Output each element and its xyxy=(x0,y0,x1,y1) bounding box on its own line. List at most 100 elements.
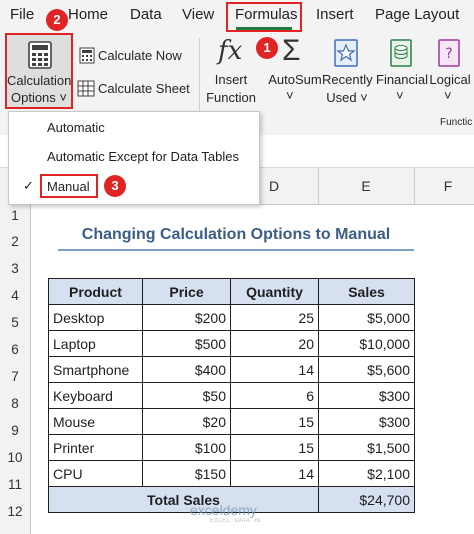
cell-sales[interactable]: $300 xyxy=(318,408,415,435)
autosum-button[interactable]: AutoSum xyxy=(268,72,322,88)
cell-quantity[interactable]: 25 xyxy=(230,304,319,331)
calculation-options-button[interactable]: Calculation Options ˅ xyxy=(5,33,73,109)
cell-price[interactable]: $100 xyxy=(142,434,231,461)
logical-dropdown-caret[interactable]: ˅ xyxy=(444,88,452,104)
calc-options-label-2: Options ˅ xyxy=(10,90,67,105)
cell-quantity[interactable]: 14 xyxy=(230,460,319,487)
autosum-icon: Σ xyxy=(282,34,301,67)
menu-item-automatic[interactable]: Automatic xyxy=(47,120,105,135)
table-row: Mouse $20 15 $300 xyxy=(48,408,415,435)
recently-used-label-1[interactable]: Recently xyxy=(322,72,373,88)
cell-product[interactable]: Printer xyxy=(48,434,143,461)
calculate-sheet-icon xyxy=(77,80,95,97)
tab-data[interactable]: Data xyxy=(130,6,162,23)
cell-price[interactable]: $400 xyxy=(142,356,231,383)
financial-button[interactable]: Financial xyxy=(376,72,428,88)
menu-item-automatic-except-tables[interactable]: Automatic Except for Data Tables xyxy=(47,149,239,164)
cell-product[interactable]: Mouse xyxy=(48,408,143,435)
tab-file[interactable]: File xyxy=(10,6,34,23)
cell-product[interactable]: Laptop xyxy=(48,330,143,357)
row-header-12[interactable]: 12 xyxy=(0,504,30,519)
logical-icon: ? xyxy=(438,39,460,67)
column-divider xyxy=(318,168,319,204)
calculate-now-button[interactable]: Calculate Now xyxy=(98,48,182,64)
logical-button[interactable]: Logical xyxy=(428,72,472,88)
header-quantity[interactable]: Quantity xyxy=(230,278,319,305)
svg-text:?: ? xyxy=(445,46,452,62)
tab-home[interactable]: Home xyxy=(68,6,108,23)
cell-product[interactable]: Desktop xyxy=(48,304,143,331)
cell-quantity[interactable]: 6 xyxy=(230,382,319,409)
row-header-9[interactable]: 9 xyxy=(0,423,30,438)
header-price[interactable]: Price xyxy=(142,278,231,305)
calc-options-label-1: Calculation xyxy=(7,73,72,88)
table-row: Smartphone $400 14 $5,600 xyxy=(48,356,415,383)
sales-table: Product Price Quantity Sales Desktop $20… xyxy=(48,278,415,513)
cell-sales[interactable]: $5,600 xyxy=(318,356,415,383)
cell-quantity[interactable]: 20 xyxy=(230,330,319,357)
cell-sales[interactable]: $1,500 xyxy=(318,434,415,461)
recently-used-icon xyxy=(334,39,358,67)
cell-price[interactable]: $200 xyxy=(142,304,231,331)
row-header-7[interactable]: 7 xyxy=(0,369,30,384)
header-product[interactable]: Product xyxy=(48,278,143,305)
row-header-1[interactable]: 1 xyxy=(0,208,30,223)
recently-used-label-2[interactable]: Used ˅ xyxy=(322,90,372,106)
table-row: CPU $150 14 $2,100 xyxy=(48,460,415,487)
cell-quantity[interactable]: 15 xyxy=(230,434,319,461)
table-row: Keyboard $50 6 $300 xyxy=(48,382,415,409)
cell-sales[interactable]: $10,000 xyxy=(318,330,415,357)
tab-insert[interactable]: Insert xyxy=(316,6,354,23)
cell-product[interactable]: Smartphone xyxy=(48,356,143,383)
cell-product[interactable]: Keyboard xyxy=(48,382,143,409)
cell-sales[interactable]: $300 xyxy=(318,382,415,409)
autosum-dropdown-caret[interactable]: ˅ xyxy=(286,88,294,104)
table-row: Printer $100 15 $1,500 xyxy=(48,434,415,461)
insert-function-label-2[interactable]: Function xyxy=(203,90,259,106)
checkmark-icon: ✓ xyxy=(23,178,34,193)
step-badge-3: 3 xyxy=(104,175,126,197)
manual-highlight xyxy=(40,174,98,198)
cell-price[interactable]: $500 xyxy=(142,330,231,357)
row-header-6[interactable]: 6 xyxy=(0,342,30,357)
row-header-2[interactable]: 2 xyxy=(0,234,30,249)
calculate-sheet-button[interactable]: Calculate Sheet xyxy=(98,81,190,97)
column-header-e[interactable]: E xyxy=(356,178,376,194)
insert-function-label-1[interactable]: Insert xyxy=(205,72,257,88)
row-header-5[interactable]: 5 xyxy=(0,315,30,330)
cell-quantity[interactable]: 14 xyxy=(230,356,319,383)
column-header-f[interactable]: F xyxy=(438,178,458,194)
cell-sales[interactable]: $5,000 xyxy=(318,304,415,331)
cell-sales[interactable]: $2,100 xyxy=(318,460,415,487)
column-header-d[interactable]: D xyxy=(264,178,284,194)
step-badge-2: 2 xyxy=(46,9,68,31)
financial-dropdown-caret[interactable]: ˅ xyxy=(396,88,404,104)
header-sales[interactable]: Sales xyxy=(318,278,415,305)
tab-view[interactable]: View xyxy=(182,6,214,23)
financial-icon xyxy=(390,39,412,67)
table-header-row: Product Price Quantity Sales xyxy=(48,278,415,305)
cell-price[interactable]: $150 xyxy=(142,460,231,487)
cell-price[interactable]: $50 xyxy=(142,382,231,409)
row-header-11[interactable]: 11 xyxy=(0,477,30,492)
row-header-bar: 1 2 3 4 5 6 7 8 9 10 11 12 xyxy=(0,204,31,534)
calculate-now-icon xyxy=(79,47,95,64)
watermark-logo: exceldemy xyxy=(190,502,257,518)
cell-price[interactable]: $20 xyxy=(142,408,231,435)
formulas-tab-highlight xyxy=(226,2,302,32)
row-header-8[interactable]: 8 xyxy=(0,396,30,411)
tab-page-layout[interactable]: Page Layout xyxy=(375,6,459,23)
total-sales-label[interactable]: Total Sales xyxy=(48,486,319,513)
row-header-10[interactable]: 10 xyxy=(0,450,30,465)
title-underline xyxy=(58,249,414,251)
column-divider xyxy=(414,168,415,204)
ribbon-separator xyxy=(199,38,200,122)
sheet-title: Changing Calculation Options to Manual xyxy=(81,226,391,243)
row-header-3[interactable]: 3 xyxy=(0,261,30,276)
cell-product[interactable]: CPU xyxy=(48,460,143,487)
row-header-4[interactable]: 4 xyxy=(0,288,30,303)
total-sales-value[interactable]: $24,700 xyxy=(318,486,415,513)
calculator-icon xyxy=(28,41,52,69)
step-badge-1: 1 xyxy=(256,37,278,59)
cell-quantity[interactable]: 15 xyxy=(230,408,319,435)
